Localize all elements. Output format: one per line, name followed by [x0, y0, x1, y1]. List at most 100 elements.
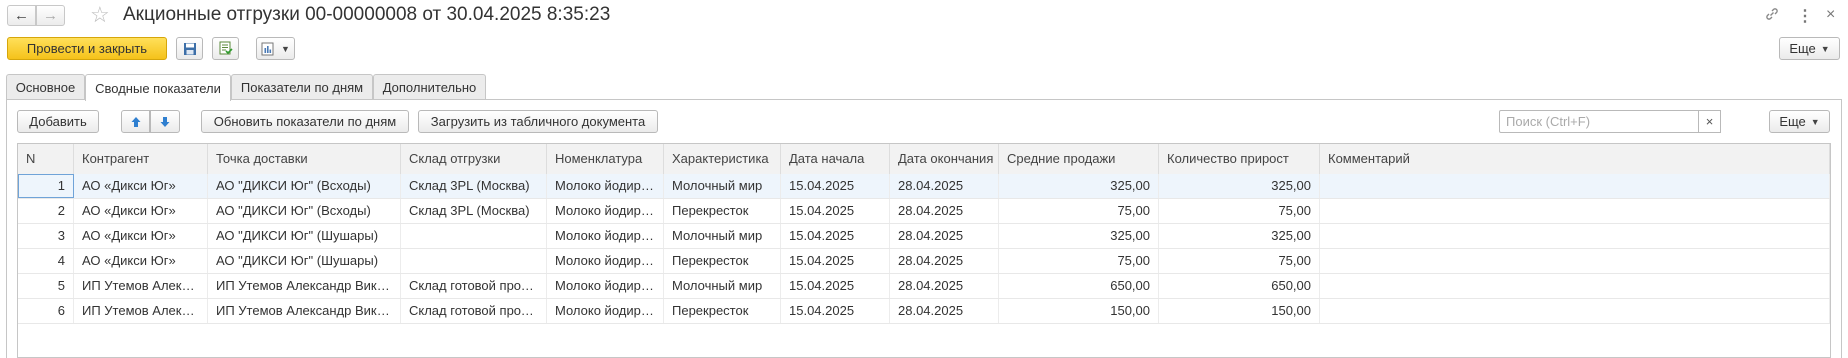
- cell-avg-sales[interactable]: 325,00: [999, 174, 1159, 198]
- cell-n[interactable]: 6: [18, 299, 74, 323]
- table-row[interactable]: 4 АО «Дикси Юг» АО "ДИКСИ Юг" (Шушары) Моло…: [18, 249, 1830, 274]
- header-col-n[interactable]: N: [18, 144, 74, 174]
- cell-product[interactable]: Молоко йодированное: [547, 174, 664, 198]
- cell-delivery-point[interactable]: ИП Утемов Александр Викторович: [208, 299, 401, 323]
- table-row[interactable]: 2 АО «Дикси Юг» АО "ДИКСИ Юг" (Всходы) Скла…: [18, 199, 1830, 224]
- cell-avg-sales[interactable]: 75,00: [999, 249, 1159, 273]
- cell-end-date[interactable]: 28.04.2025: [890, 299, 999, 323]
- search-input[interactable]: Поиск (Ctrl+F): [1499, 110, 1699, 133]
- cell-start-date[interactable]: 15.04.2025: [781, 274, 890, 298]
- cell-characteristic[interactable]: Молочный мир: [664, 274, 781, 298]
- cell-comment[interactable]: [1320, 299, 1830, 323]
- cell-start-date[interactable]: 15.04.2025: [781, 224, 890, 248]
- cell-end-date[interactable]: 28.04.2025: [890, 274, 999, 298]
- cell-product[interactable]: Молоко йодированное: [547, 199, 664, 223]
- header-col-start-date[interactable]: Дата начала: [781, 144, 890, 174]
- table-row[interactable]: 3 АО «Дикси Юг» АО "ДИКСИ Юг" (Шушары) Моло…: [18, 224, 1830, 249]
- more-button[interactable]: Еще ▼: [1779, 37, 1840, 60]
- cell-warehouse[interactable]: Склад готовой продукции: [401, 299, 547, 323]
- cell-qty-increase[interactable]: 75,00: [1159, 249, 1320, 273]
- header-col-contractor[interactable]: Контрагент: [74, 144, 208, 174]
- forward-arrow-icon[interactable]: →: [36, 5, 65, 26]
- cell-characteristic[interactable]: Перекресток: [664, 249, 781, 273]
- table-more-button[interactable]: Еще ▼: [1769, 110, 1830, 133]
- cell-comment[interactable]: [1320, 199, 1830, 223]
- cell-contractor[interactable]: АО «Дикси Юг»: [74, 199, 208, 223]
- header-col-comment[interactable]: Комментарий: [1320, 144, 1830, 174]
- cell-qty-increase[interactable]: 325,00: [1159, 224, 1320, 248]
- header-col-avg-sales[interactable]: Средние продажи: [999, 144, 1159, 174]
- cell-end-date[interactable]: 28.04.2025: [890, 199, 999, 223]
- move-down-button[interactable]: [150, 110, 180, 133]
- cell-contractor[interactable]: АО «Дикси Юг»: [74, 224, 208, 248]
- cell-qty-increase[interactable]: 75,00: [1159, 199, 1320, 223]
- table-row[interactable]: 5ИП Утемов Александр ВикторовичИП Утемов…: [18, 274, 1830, 299]
- cell-avg-sales[interactable]: 75,00: [999, 199, 1159, 223]
- header-col-characteristic[interactable]: Характеристика: [664, 144, 781, 174]
- cell-delivery-point[interactable]: АО "ДИКСИ Юг" (Шушары): [208, 224, 401, 248]
- reports-dropdown-button[interactable]: ▼: [256, 37, 295, 60]
- cell-product[interactable]: Молоко йодированное: [547, 224, 664, 248]
- cell-qty-increase[interactable]: 325,00: [1159, 174, 1320, 198]
- cell-product[interactable]: Молоко йодированное: [547, 249, 664, 273]
- cell-avg-sales[interactable]: 650,00: [999, 274, 1159, 298]
- cell-qty-increase[interactable]: 150,00: [1159, 299, 1320, 323]
- cell-warehouse[interactable]: Склад готовой продукции: [401, 274, 547, 298]
- cell-delivery-point[interactable]: АО "ДИКСИ Юг" (Шушары): [208, 249, 401, 273]
- cell-comment[interactable]: [1320, 274, 1830, 298]
- back-arrow-icon[interactable]: ←: [7, 5, 36, 26]
- clear-search-icon[interactable]: ×: [1698, 110, 1721, 133]
- tab-summary[interactable]: Сводные показатели: [85, 74, 231, 101]
- cell-comment[interactable]: [1320, 174, 1830, 198]
- cell-characteristic[interactable]: Перекресток: [664, 299, 781, 323]
- favorite-star-icon[interactable]: ☆: [90, 3, 110, 27]
- cell-delivery-point[interactable]: ИП Утемов Александр Викторович: [208, 274, 401, 298]
- table-row[interactable]: 1 АО «Дикси Юг» АО "ДИКСИ Юг" (Всходы) Скла…: [18, 174, 1830, 199]
- header-col-delivery-point[interactable]: Точка доставки: [208, 144, 401, 174]
- header-col-end-date[interactable]: Дата окончания: [890, 144, 999, 174]
- cell-warehouse[interactable]: Склад 3PL (Москва): [401, 199, 547, 223]
- cell-product[interactable]: Молоко йодированное: [547, 299, 664, 323]
- cell-qty-increase[interactable]: 650,00: [1159, 274, 1320, 298]
- more-vertical-icon[interactable]: ⋮: [1797, 6, 1813, 26]
- header-col-qty-increase[interactable]: Количество прирост: [1159, 144, 1320, 174]
- cell-start-date[interactable]: 15.04.2025: [781, 249, 890, 273]
- cell-avg-sales[interactable]: 150,00: [999, 299, 1159, 323]
- header-col-warehouse[interactable]: Склад отгрузки: [401, 144, 547, 174]
- tab-main[interactable]: Основное: [6, 74, 85, 100]
- cell-start-date[interactable]: 15.04.2025: [781, 174, 890, 198]
- cell-n[interactable]: 3: [18, 224, 74, 248]
- cell-characteristic[interactable]: Молочный мир: [664, 174, 781, 198]
- cell-end-date[interactable]: 28.04.2025: [890, 224, 999, 248]
- cell-n[interactable]: 2: [18, 199, 74, 223]
- table-row[interactable]: 6ИП Утемов Александр ВикторовичИП Утемов…: [18, 299, 1830, 324]
- cell-delivery-point[interactable]: АО "ДИКСИ Юг" (Всходы): [208, 199, 401, 223]
- tab-additional[interactable]: Дополнительно: [373, 74, 486, 100]
- cell-n[interactable]: 5: [18, 274, 74, 298]
- cell-start-date[interactable]: 15.04.2025: [781, 299, 890, 323]
- cell-warehouse[interactable]: Склад 3PL (Москва): [401, 174, 547, 198]
- link-icon[interactable]: [1764, 6, 1780, 27]
- cell-product[interactable]: Молоко йодированное: [547, 274, 664, 298]
- move-up-button[interactable]: [121, 110, 150, 133]
- cell-contractor[interactable]: АО «Дикси Юг»: [74, 174, 208, 198]
- cell-contractor[interactable]: АО «Дикси Юг»: [74, 249, 208, 273]
- cell-warehouse[interactable]: [401, 249, 547, 273]
- cell-avg-sales[interactable]: 325,00: [999, 224, 1159, 248]
- cell-comment[interactable]: [1320, 249, 1830, 273]
- update-daily-button[interactable]: Обновить показатели по дням: [201, 110, 409, 133]
- cell-warehouse[interactable]: [401, 224, 547, 248]
- add-button[interactable]: Добавить: [17, 110, 99, 133]
- post-and-close-button[interactable]: Провести и закрыть: [7, 37, 167, 60]
- cell-end-date[interactable]: 28.04.2025: [890, 249, 999, 273]
- cell-end-date[interactable]: 28.04.2025: [890, 174, 999, 198]
- save-button[interactable]: [176, 37, 203, 60]
- header-col-product[interactable]: Номенклатура: [547, 144, 664, 174]
- load-from-sheet-button[interactable]: Загрузить из табличного документа: [418, 110, 658, 133]
- cell-start-date[interactable]: 15.04.2025: [781, 199, 890, 223]
- summary-table[interactable]: N Контрагент Точка доставки Склад отгрузки Н…: [17, 143, 1831, 358]
- cell-characteristic[interactable]: Молочный мир: [664, 224, 781, 248]
- cell-delivery-point[interactable]: АО "ДИКСИ Юг" (Всходы): [208, 174, 401, 198]
- cell-n[interactable]: 4: [18, 249, 74, 273]
- cell-contractor[interactable]: ИП Утемов Александр Викторович: [74, 299, 208, 323]
